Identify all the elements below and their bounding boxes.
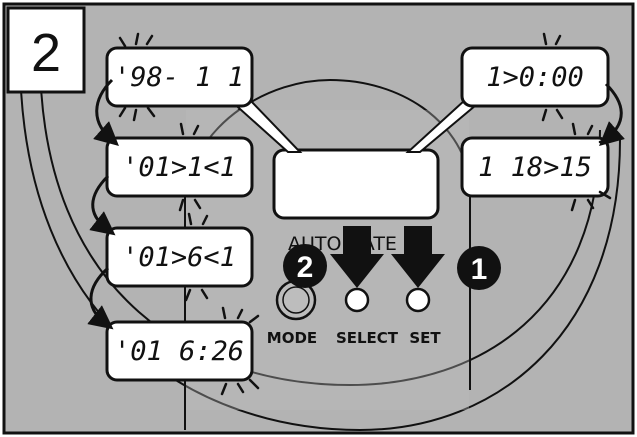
step-badge-1-number: 1: [471, 253, 488, 286]
instruction-diagram: 2 '98- 1 1 '01>1<1 '01>6<1 '01 6:26 1>0:…: [0, 0, 637, 437]
camera-lcd-panel: [272, 148, 440, 220]
lcd-day-text: '01>6<1: [122, 242, 236, 273]
step-number: 2: [31, 23, 61, 83]
set-button[interactable]: [405, 287, 431, 313]
lcd-month-text: '01>1<1: [122, 152, 236, 183]
lcd-final-date-text: '01 6:26: [114, 336, 244, 367]
lcd-year-text: '98- 1 1: [114, 62, 244, 93]
set-label: SET: [409, 329, 441, 347]
mode-label: MODE: [267, 329, 317, 347]
select-button[interactable]: [344, 287, 370, 313]
step-badge-2-number: 2: [297, 251, 314, 284]
lcd-time-start-text: 1>0:00: [486, 62, 584, 93]
select-label: SELECT: [336, 329, 399, 347]
diagram-canvas: 2 '98- 1 1 '01>1<1 '01>6<1 '01 6:26 1>0:…: [2, 2, 635, 435]
lcd-time-set-text: 1 18>15: [478, 152, 592, 183]
